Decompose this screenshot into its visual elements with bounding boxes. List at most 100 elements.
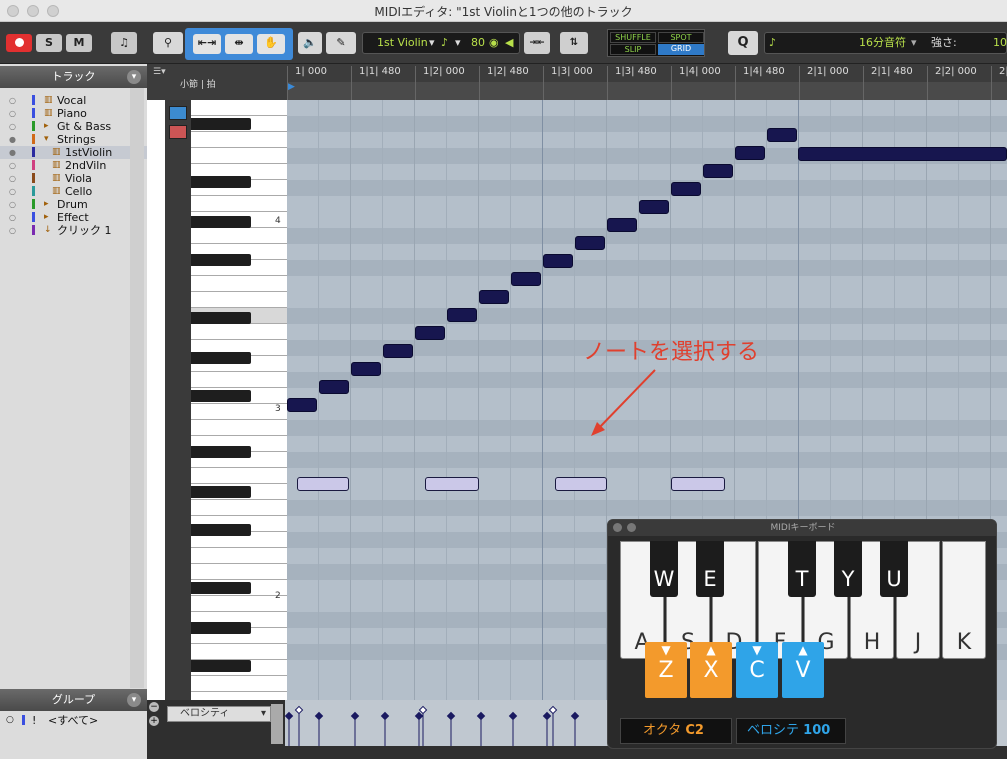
playhead-marker-icon[interactable]: ▶: [288, 82, 295, 92]
white-piano-key[interactable]: [191, 644, 287, 660]
octave-down-button[interactable]: ▼ Z: [645, 642, 687, 698]
white-piano-key[interactable]: [191, 228, 287, 244]
timeline-ruler[interactable]: ☰▾ 小節 | 拍 ▶ 1| 000 1|1| 480 1|2| 000 1|2| 4…: [147, 64, 1007, 100]
track-row[interactable]: ○ ▸ Gt & Bass: [0, 120, 147, 133]
midi-note[interactable]: [447, 308, 477, 322]
white-piano-key[interactable]: [191, 100, 287, 116]
track-row[interactable]: ○ ▥ Vocal: [0, 94, 147, 107]
quantize-button[interactable]: Q: [728, 31, 758, 55]
black-piano-key[interactable]: [191, 486, 251, 498]
collapse-lane-icon[interactable]: −: [149, 702, 159, 712]
black-piano-key[interactable]: [191, 312, 251, 324]
grid-dropdown-icon[interactable]: ▾: [911, 33, 917, 53]
track-dot-icon[interactable]: ○: [9, 185, 16, 198]
midi-note-unselected[interactable]: [671, 477, 725, 491]
velocity-up-button[interactable]: ▲ V: [782, 642, 824, 698]
slip-mode-button[interactable]: SLIP: [610, 44, 656, 55]
track-dot-icon[interactable]: ○: [9, 159, 16, 172]
solo-button[interactable]: S: [36, 34, 62, 52]
track-dot-icon[interactable]: ○: [9, 120, 16, 133]
midi-note[interactable]: [767, 128, 797, 142]
black-piano-key[interactable]: [191, 524, 251, 536]
track-dot-icon[interactable]: ○: [9, 107, 16, 120]
track-row[interactable]: ○ ▥ 2ndViln: [0, 159, 147, 172]
midi-black-key[interactable]: W: [650, 541, 678, 597]
midi-note[interactable]: [383, 344, 413, 358]
track-row[interactable]: ○ ▥ Piano: [0, 107, 147, 120]
track-dot-icon[interactable]: ○: [9, 198, 16, 211]
piano-keyboard[interactable]: 4 3 2: [147, 100, 287, 708]
track-row[interactable]: ○ ▸ Drum: [0, 198, 147, 211]
pencil-tool-button[interactable]: ✎: [326, 32, 356, 54]
midi-white-key[interactable]: K: [942, 541, 986, 659]
spot-mode-button[interactable]: SPOT: [658, 32, 704, 43]
close-keyboard-button[interactable]: [613, 523, 622, 532]
track-list-scrollbar[interactable]: [130, 88, 144, 688]
midi-note-unselected[interactable]: [297, 477, 349, 491]
black-piano-key[interactable]: [191, 582, 251, 594]
white-piano-key[interactable]: [191, 372, 287, 388]
white-piano-key[interactable]: [191, 292, 287, 308]
mute-button[interactable]: M: [66, 34, 92, 52]
midi-note-unselected[interactable]: [555, 477, 607, 491]
midi-note[interactable]: [735, 146, 765, 160]
velocity-down-button[interactable]: ▼ C: [736, 642, 778, 698]
midi-note[interactable]: [639, 200, 669, 214]
midi-note[interactable]: [415, 326, 445, 340]
track-dot-icon[interactable]: ○: [9, 172, 16, 185]
note-value-dropdown-icon[interactable]: ▾: [455, 33, 461, 53]
midi-black-key[interactable]: U: [880, 541, 908, 597]
minus-icon[interactable]: [169, 125, 187, 139]
midi-note[interactable]: [543, 254, 573, 268]
midi-note[interactable]: [287, 398, 317, 412]
white-piano-key[interactable]: [191, 132, 287, 148]
midi-black-key[interactable]: E: [696, 541, 724, 597]
zoom-tool-button[interactable]: ⚲: [153, 32, 183, 54]
midi-note[interactable]: [671, 182, 701, 196]
black-piano-key[interactable]: [191, 352, 251, 364]
midi-note[interactable]: [511, 272, 541, 286]
grabber-tool-button[interactable]: ✋: [257, 34, 285, 54]
track-row[interactable]: ● ▥ 1stViolin: [0, 146, 147, 159]
black-piano-key[interactable]: [191, 176, 251, 188]
notation-view-button[interactable]: ♫: [111, 32, 137, 54]
white-piano-key[interactable]: [191, 276, 287, 292]
white-piano-key[interactable]: [191, 676, 287, 692]
white-piano-key[interactable]: [191, 548, 287, 564]
midi-note[interactable]: [575, 236, 605, 250]
track-row[interactable]: ● ▾ Strings: [0, 133, 147, 146]
white-piano-key[interactable]: [191, 500, 287, 516]
track-dot-icon[interactable]: ○: [9, 211, 16, 224]
group-all[interactable]: ○ ! <すべて>: [0, 714, 147, 727]
white-piano-key[interactable]: [191, 420, 287, 436]
trim-tool-button[interactable]: ⇤⇥: [193, 34, 221, 54]
midi-note[interactable]: [319, 380, 349, 394]
white-piano-key[interactable]: [191, 196, 287, 212]
shuffle-mode-button[interactable]: SHUFFLE: [610, 32, 656, 43]
midi-thru-icon[interactable]: ◉: [489, 33, 499, 53]
grid-mode-button[interactable]: GRID: [658, 44, 704, 55]
list-view-icon[interactable]: [169, 106, 187, 120]
velocity-value[interactable]: 10: [993, 33, 1007, 53]
white-piano-key[interactable]: [191, 596, 287, 612]
grid-value[interactable]: 16分音符: [859, 33, 906, 53]
black-piano-key[interactable]: [191, 446, 251, 458]
black-piano-key[interactable]: [191, 216, 251, 228]
midi-note[interactable]: [798, 147, 1007, 161]
record-button[interactable]: [6, 34, 32, 52]
track-selector[interactable]: 1st Violin ▾ ♪ ▾ 80 ◉ ◀: [362, 32, 520, 54]
white-piano-key[interactable]: [191, 468, 287, 484]
track-dot-icon[interactable]: ●: [9, 133, 16, 146]
white-piano-key[interactable]: [191, 148, 287, 164]
tracks-menu-icon[interactable]: ▾: [127, 70, 141, 84]
midi-black-key[interactable]: Y: [834, 541, 862, 597]
minimize-keyboard-button[interactable]: [627, 523, 636, 532]
track-dot-icon[interactable]: ○: [9, 94, 16, 107]
add-lane-icon[interactable]: +: [149, 716, 159, 726]
midi-note[interactable]: [703, 164, 733, 178]
black-piano-key[interactable]: [191, 390, 251, 402]
track-row[interactable]: ○ ▥ Viola: [0, 172, 147, 185]
track-row[interactable]: ○ ▸ Effect: [0, 211, 147, 224]
black-piano-key[interactable]: [191, 254, 251, 266]
speaker-volume-icon[interactable]: ◀: [505, 33, 513, 53]
